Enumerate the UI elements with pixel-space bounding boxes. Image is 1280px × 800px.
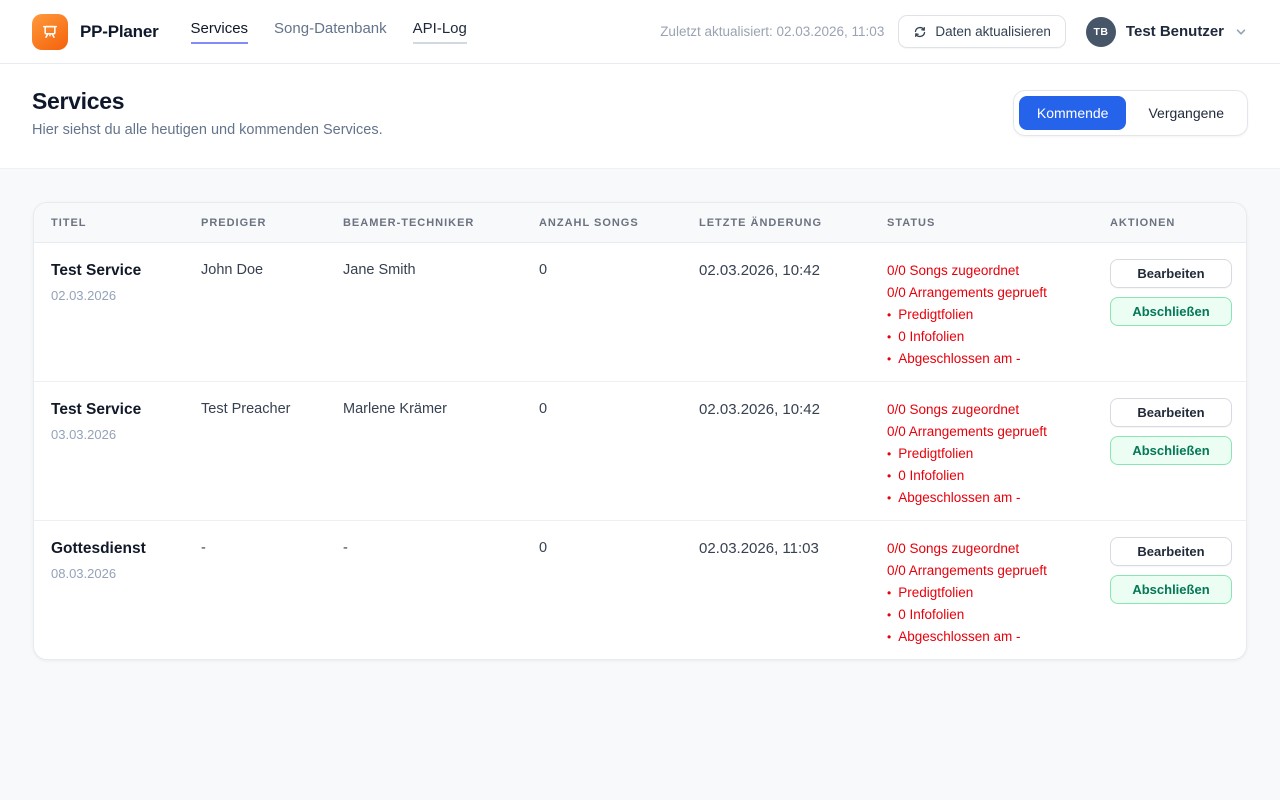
refresh-button-label: Daten aktualisieren bbox=[935, 24, 1051, 39]
top-navbar: PP-Planer ServicesSong-DatenbankAPI-Log … bbox=[0, 0, 1280, 64]
bearbeiten-button[interactable]: Bearbeiten bbox=[1110, 259, 1232, 288]
column-header-letzte-nderung: LETZTE ÄNDERUNG bbox=[699, 217, 887, 229]
nav-item-api-log[interactable]: API-Log bbox=[413, 20, 467, 44]
abschliessen-button[interactable]: Abschließen bbox=[1110, 297, 1232, 326]
column-header-status: STATUS bbox=[887, 217, 1110, 229]
cell-aktionen: Bearbeiten Abschließen bbox=[1110, 398, 1232, 509]
table-row: Test Service 03.03.2026 Test Preacher Ma… bbox=[34, 382, 1246, 521]
service-date: 03.03.2026 bbox=[51, 427, 201, 442]
topbar-right: Zuletzt aktualisiert: 02.03.2026, 11:03 … bbox=[660, 15, 1248, 48]
status-line: •0 Infofolien bbox=[887, 326, 1110, 348]
avatar: TB bbox=[1086, 17, 1116, 47]
filter-segmented-control: KommendeVergangene bbox=[1013, 90, 1248, 136]
app-title: PP-Planer bbox=[80, 22, 159, 42]
column-header-prediger: PREDIGER bbox=[201, 217, 343, 229]
cell-status: 0/0 Songs zugeordnet0/0 Arrangements gep… bbox=[887, 398, 1110, 509]
status-line: 0/0 Arrangements geprueft bbox=[887, 282, 1110, 304]
cell-titel: Test Service 02.03.2026 bbox=[51, 259, 201, 370]
status-line: •Abgeschlossen am - bbox=[887, 487, 1110, 509]
column-header-aktionen: AKTIONEN bbox=[1110, 217, 1230, 229]
nav-item-song-datenbank[interactable]: Song-Datenbank bbox=[274, 20, 387, 44]
bearbeiten-button[interactable]: Bearbeiten bbox=[1110, 398, 1232, 427]
bullet-icon: • bbox=[887, 352, 891, 366]
service-title: Test Service bbox=[51, 401, 201, 419]
services-table-card: TITELPREDIGERBEAMER-TECHNIKERANZAHL SONG… bbox=[33, 202, 1247, 660]
cell-titel: Gottesdienst 08.03.2026 bbox=[51, 537, 201, 648]
cell-letzte-aenderung: 02.03.2026, 11:03 bbox=[699, 537, 887, 648]
status-line: •0 Infofolien bbox=[887, 465, 1110, 487]
refresh-data-button[interactable]: Daten aktualisieren bbox=[898, 15, 1066, 48]
column-header-titel: TITEL bbox=[51, 217, 201, 229]
page-subtitle: Hier siehst du alle heutigen und kommend… bbox=[32, 122, 383, 138]
column-header-beamer-techniker: BEAMER-TECHNIKER bbox=[343, 217, 539, 229]
status-line: 0/0 Arrangements geprueft bbox=[887, 560, 1110, 582]
page-title: Services bbox=[32, 88, 383, 115]
status-line: •Abgeschlossen am - bbox=[887, 626, 1110, 648]
user-menu[interactable]: TB Test Benutzer bbox=[1086, 17, 1248, 47]
presentation-screen-icon bbox=[40, 22, 60, 42]
cell-prediger: John Doe bbox=[201, 259, 343, 370]
cell-aktionen: Bearbeiten Abschließen bbox=[1110, 259, 1232, 370]
status-line: 0/0 Arrangements geprueft bbox=[887, 421, 1110, 443]
status-line: •Abgeschlossen am - bbox=[887, 348, 1110, 370]
cell-anzahl-songs: 0 bbox=[539, 537, 699, 648]
status-line: 0/0 Songs zugeordnet bbox=[887, 399, 1110, 421]
bullet-icon: • bbox=[887, 447, 891, 461]
bullet-icon: • bbox=[887, 491, 891, 505]
table-row: Test Service 02.03.2026 John Doe Jane Sm… bbox=[34, 243, 1246, 382]
service-date: 08.03.2026 bbox=[51, 566, 201, 581]
table-header-row: TITELPREDIGERBEAMER-TECHNIKERANZAHL SONG… bbox=[34, 203, 1246, 243]
service-title: Gottesdienst bbox=[51, 540, 201, 558]
cell-titel: Test Service 03.03.2026 bbox=[51, 398, 201, 509]
main-content: TITELPREDIGERBEAMER-TECHNIKERANZAHL SONG… bbox=[0, 202, 1280, 660]
status-line: •0 Infofolien bbox=[887, 604, 1110, 626]
table-body: Test Service 02.03.2026 John Doe Jane Sm… bbox=[34, 243, 1246, 659]
cell-beamer-techniker: Marlene Krämer bbox=[343, 398, 539, 509]
status-line: 0/0 Songs zugeordnet bbox=[887, 260, 1110, 282]
bearbeiten-button[interactable]: Bearbeiten bbox=[1110, 537, 1232, 566]
cell-status: 0/0 Songs zugeordnet0/0 Arrangements gep… bbox=[887, 537, 1110, 648]
nav-item-services[interactable]: Services bbox=[191, 20, 249, 44]
cell-prediger: Test Preacher bbox=[201, 398, 343, 509]
column-header-anzahl-songs: ANZAHL SONGS bbox=[539, 217, 699, 229]
last-updated-text: Zuletzt aktualisiert: 02.03.2026, 11:03 bbox=[660, 24, 884, 39]
user-name: Test Benutzer bbox=[1126, 23, 1224, 40]
cell-prediger: - bbox=[201, 537, 343, 648]
bullet-icon: • bbox=[887, 608, 891, 622]
bullet-icon: • bbox=[887, 330, 891, 344]
main-nav: Services Song-Datenbank API-Log bbox=[191, 20, 467, 44]
status-line: 0/0 Songs zugeordnet bbox=[887, 538, 1110, 560]
cell-letzte-aenderung: 02.03.2026, 10:42 bbox=[699, 259, 887, 370]
status-line: •Predigtfolien bbox=[887, 582, 1110, 604]
abschliessen-button[interactable]: Abschließen bbox=[1110, 436, 1232, 465]
status-line: •Predigtfolien bbox=[887, 304, 1110, 326]
bullet-icon: • bbox=[887, 469, 891, 483]
refresh-icon bbox=[913, 25, 927, 39]
cell-anzahl-songs: 0 bbox=[539, 259, 699, 370]
cell-beamer-techniker: Jane Smith bbox=[343, 259, 539, 370]
filter-vergangene[interactable]: Vergangene bbox=[1130, 96, 1242, 130]
cell-status: 0/0 Songs zugeordnet0/0 Arrangements gep… bbox=[887, 259, 1110, 370]
cell-anzahl-songs: 0 bbox=[539, 398, 699, 509]
status-line: •Predigtfolien bbox=[887, 443, 1110, 465]
table-row: Gottesdienst 08.03.2026 - - 0 02.03.2026… bbox=[34, 521, 1246, 659]
filter-kommende[interactable]: Kommende bbox=[1019, 96, 1127, 130]
chevron-down-icon bbox=[1234, 25, 1248, 39]
bullet-icon: • bbox=[887, 586, 891, 600]
cell-aktionen: Bearbeiten Abschließen bbox=[1110, 537, 1232, 648]
page-header: Services Hier siehst du alle heutigen un… bbox=[0, 64, 1280, 169]
abschliessen-button[interactable]: Abschließen bbox=[1110, 575, 1232, 604]
service-date: 02.03.2026 bbox=[51, 288, 201, 303]
bullet-icon: • bbox=[887, 630, 891, 644]
cell-letzte-aenderung: 02.03.2026, 10:42 bbox=[699, 398, 887, 509]
service-title: Test Service bbox=[51, 262, 201, 280]
cell-beamer-techniker: - bbox=[343, 537, 539, 648]
app-logo bbox=[32, 14, 68, 50]
bullet-icon: • bbox=[887, 308, 891, 322]
